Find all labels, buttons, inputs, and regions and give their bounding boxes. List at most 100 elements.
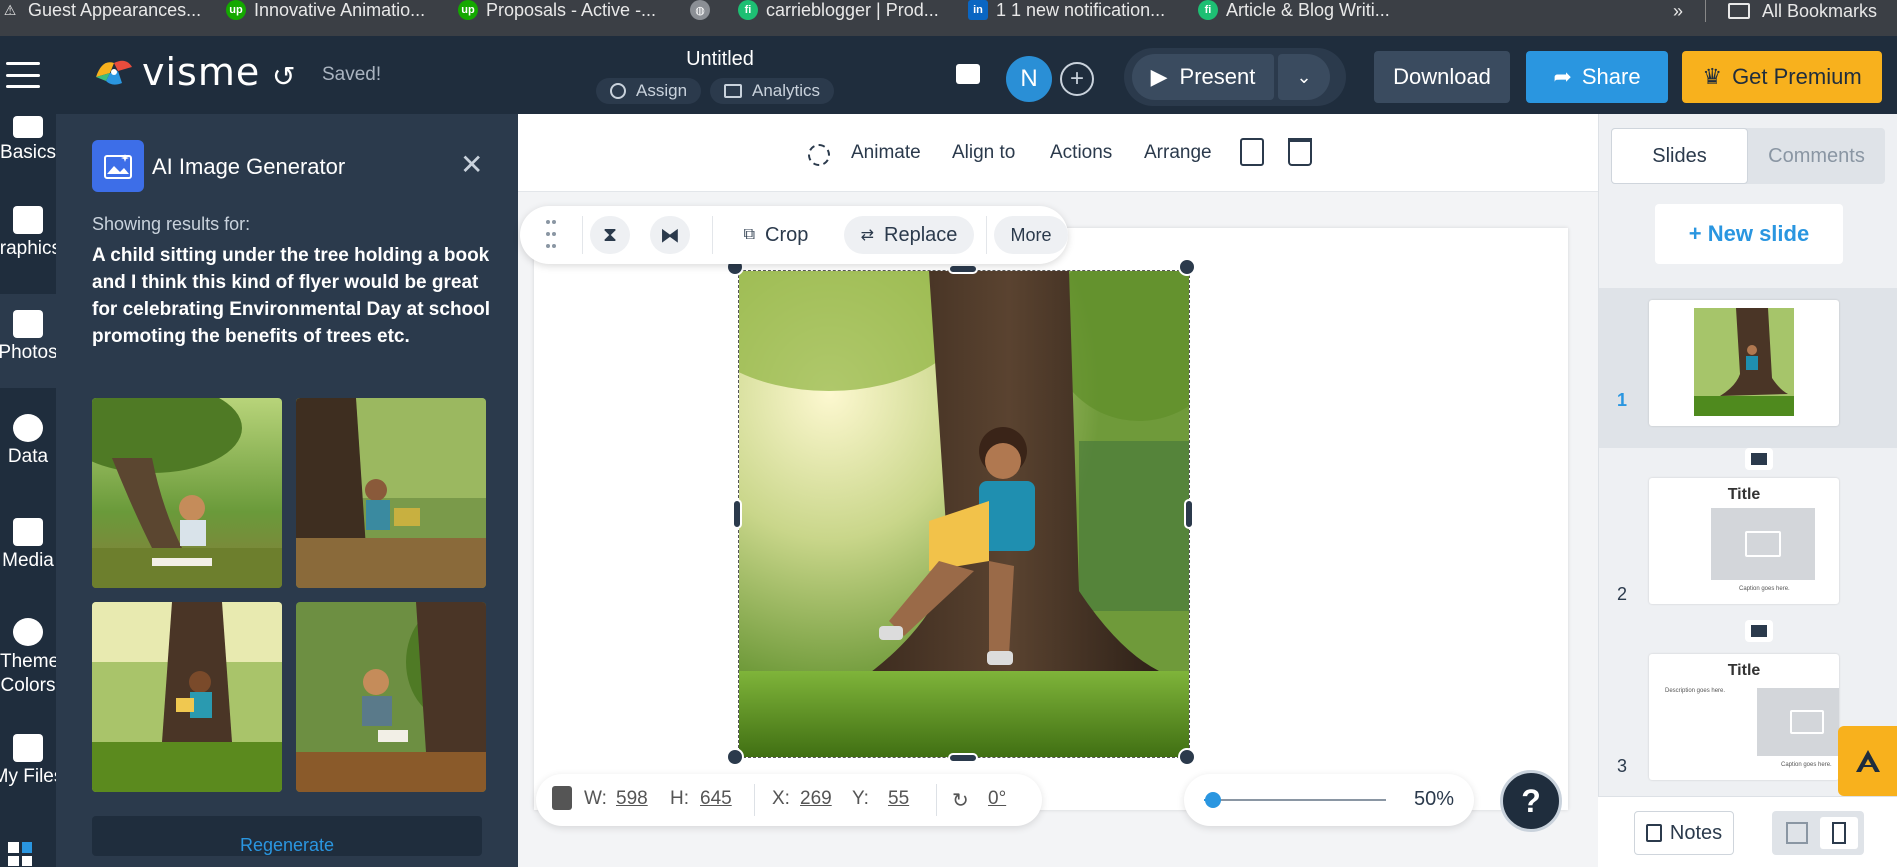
slide-transition-icon[interactable] [1745, 620, 1773, 642]
warning-icon: ⚠ [3, 1, 17, 18]
notes-button[interactable]: Notes [1634, 811, 1734, 855]
editor-toolbar: Animate Align to Actions Arrange [518, 114, 1598, 192]
download-button[interactable]: Download [1374, 51, 1510, 103]
generated-image-2[interactable] [296, 398, 486, 588]
resize-handle-bottom-left[interactable] [726, 748, 744, 766]
undo-icon[interactable]: ↺ [272, 60, 295, 93]
duplicate-icon[interactable] [1240, 138, 1264, 166]
bookmark-label: Innovative Animatio... [254, 0, 426, 20]
bookmark-label: Proposals - Active -... [486, 0, 657, 20]
slide-item-2[interactable]: 2 Title Caption goes here. [1599, 476, 1897, 636]
rail-item-media[interactable]: Media [0, 518, 56, 598]
flip-vertical-icon[interactable]: ⧗ [590, 216, 630, 254]
rail-item-my-files[interactable]: My Files [0, 734, 56, 814]
rail-item-photos[interactable]: Photos [0, 294, 56, 388]
resize-handle-top-right[interactable] [1178, 258, 1196, 276]
height-input[interactable]: 645 [700, 788, 732, 810]
share-button[interactable]: ➦ Share [1526, 51, 1668, 103]
generated-image-1[interactable] [92, 398, 282, 588]
menu-icon[interactable] [6, 62, 40, 88]
share-arrow-icon: ➦ [1553, 64, 1572, 89]
saved-status: Saved! [322, 64, 382, 85]
premium-label: Get Premium [1732, 64, 1862, 89]
grid-view-icon[interactable] [1778, 817, 1816, 849]
apps-grid-icon[interactable] [8, 842, 32, 866]
flip-horizontal-icon[interactable]: ⧓ [650, 216, 690, 254]
lock-icon[interactable] [552, 786, 572, 810]
more-button[interactable]: More [994, 216, 1068, 254]
bookmark-item[interactable]: in 1 1 new notification... [968, 0, 1165, 20]
align-to-button[interactable]: Align to [952, 142, 1015, 164]
arrange-button[interactable]: Arrange [1144, 142, 1212, 164]
selected-photo[interactable] [738, 270, 1190, 758]
tab-comments[interactable]: Comments [1748, 128, 1885, 184]
drag-handle-icon[interactable] [546, 220, 556, 250]
trash-icon[interactable] [1288, 138, 1312, 166]
zoom-slider-track[interactable] [1204, 792, 1386, 808]
bookmark-item[interactable]: up Innovative Animatio... [226, 0, 425, 20]
list-view-icon[interactable] [1820, 817, 1858, 849]
help-button[interactable]: ? [1500, 770, 1562, 832]
folder-plus-icon [13, 734, 43, 762]
rail-label: Media [2, 550, 54, 571]
analytics-button[interactable]: Analytics [710, 78, 835, 104]
slide-transition-icon[interactable] [1745, 448, 1773, 470]
y-input[interactable]: 55 [888, 788, 909, 810]
divider [754, 784, 755, 816]
resize-handle-top[interactable] [948, 264, 978, 274]
assistant-tab-icon[interactable] [1838, 726, 1897, 796]
generated-image-3[interactable] [92, 602, 282, 792]
rotation-input[interactable]: 0° [988, 788, 1006, 810]
add-collaborator-icon[interactable]: + [1060, 62, 1094, 96]
assign-button[interactable]: Assign [596, 78, 702, 104]
resize-handle-left[interactable] [732, 499, 742, 529]
bookmark-item[interactable]: fi Article & Blog Writi... [1198, 0, 1390, 20]
more-bookmarks-icon[interactable]: » [1673, 1, 1683, 22]
present-button[interactable]: ▶ Present [1132, 54, 1274, 100]
new-slide-button[interactable]: + New slide [1655, 204, 1843, 264]
slide-thumb-title: Title [1727, 486, 1761, 503]
rail-label: My Files [0, 766, 56, 787]
document-title[interactable]: Untitled [640, 48, 800, 71]
resize-handle-bottom-right[interactable] [1178, 748, 1196, 766]
assign-label: Assign [636, 81, 688, 100]
x-input[interactable]: 269 [800, 788, 832, 810]
bookmark-item[interactable]: ◍ [690, 0, 710, 20]
rail-item-theme-colors[interactable]: Theme Colors [0, 618, 56, 718]
bookmark-label: carrieblogger | Prod... [766, 0, 939, 20]
rail-item-data[interactable]: Data [0, 414, 56, 494]
get-premium-button[interactable]: ♛ Get Premium [1682, 51, 1882, 103]
rail-item-basics[interactable]: Basics [0, 114, 56, 186]
tab-slides[interactable]: Slides [1611, 128, 1748, 184]
bookmark-item[interactable]: ⚠ Guest Appearances... [0, 0, 201, 20]
panel-title: AI Image Generator [152, 154, 346, 179]
width-input[interactable]: 598 [616, 788, 648, 810]
rail-label: Theme Colors [0, 651, 56, 696]
regenerate-button[interactable]: Regenerate [92, 816, 482, 856]
user-circle-icon [610, 83, 626, 99]
fiverr-icon: fi [1198, 0, 1218, 20]
resize-handle-right[interactable] [1184, 499, 1194, 529]
crop-button[interactable]: ⧉ Crop [726, 216, 826, 254]
replace-button[interactable]: ⇄ Replace [844, 216, 974, 254]
bookmarks-bar: ⚠ Guest Appearances... up Innovative Ani… [0, 0, 1897, 36]
resize-handle-bottom[interactable] [948, 753, 978, 763]
close-icon[interactable]: ✕ [460, 148, 483, 181]
bookmark-item[interactable]: up Proposals - Active -... [458, 0, 656, 20]
all-bookmarks[interactable]: All Bookmarks [1727, 1, 1877, 22]
slide-thumb-caption: Caption goes here. [1781, 762, 1832, 768]
actions-button[interactable]: Actions [1050, 142, 1112, 164]
visme-logo[interactable]: visme [92, 50, 260, 94]
avatar[interactable]: N [1006, 56, 1052, 102]
chevron-down-icon[interactable]: ⌄ [1278, 54, 1330, 100]
generated-image-4[interactable] [296, 602, 486, 792]
bookmark-item[interactable]: fi carrieblogger | Prod... [738, 0, 939, 20]
slide-item-1[interactable]: 1 [1599, 288, 1897, 448]
zoom-control: 50% [1184, 774, 1474, 826]
rail-item-graphics[interactable]: Graphics [0, 206, 56, 286]
visme-logo-icon [96, 60, 132, 85]
animate-button[interactable]: Animate [851, 142, 921, 164]
slide-thumb-title: Title [1727, 662, 1761, 679]
zoom-slider-thumb[interactable] [1205, 792, 1221, 808]
comment-icon[interactable] [956, 64, 980, 84]
